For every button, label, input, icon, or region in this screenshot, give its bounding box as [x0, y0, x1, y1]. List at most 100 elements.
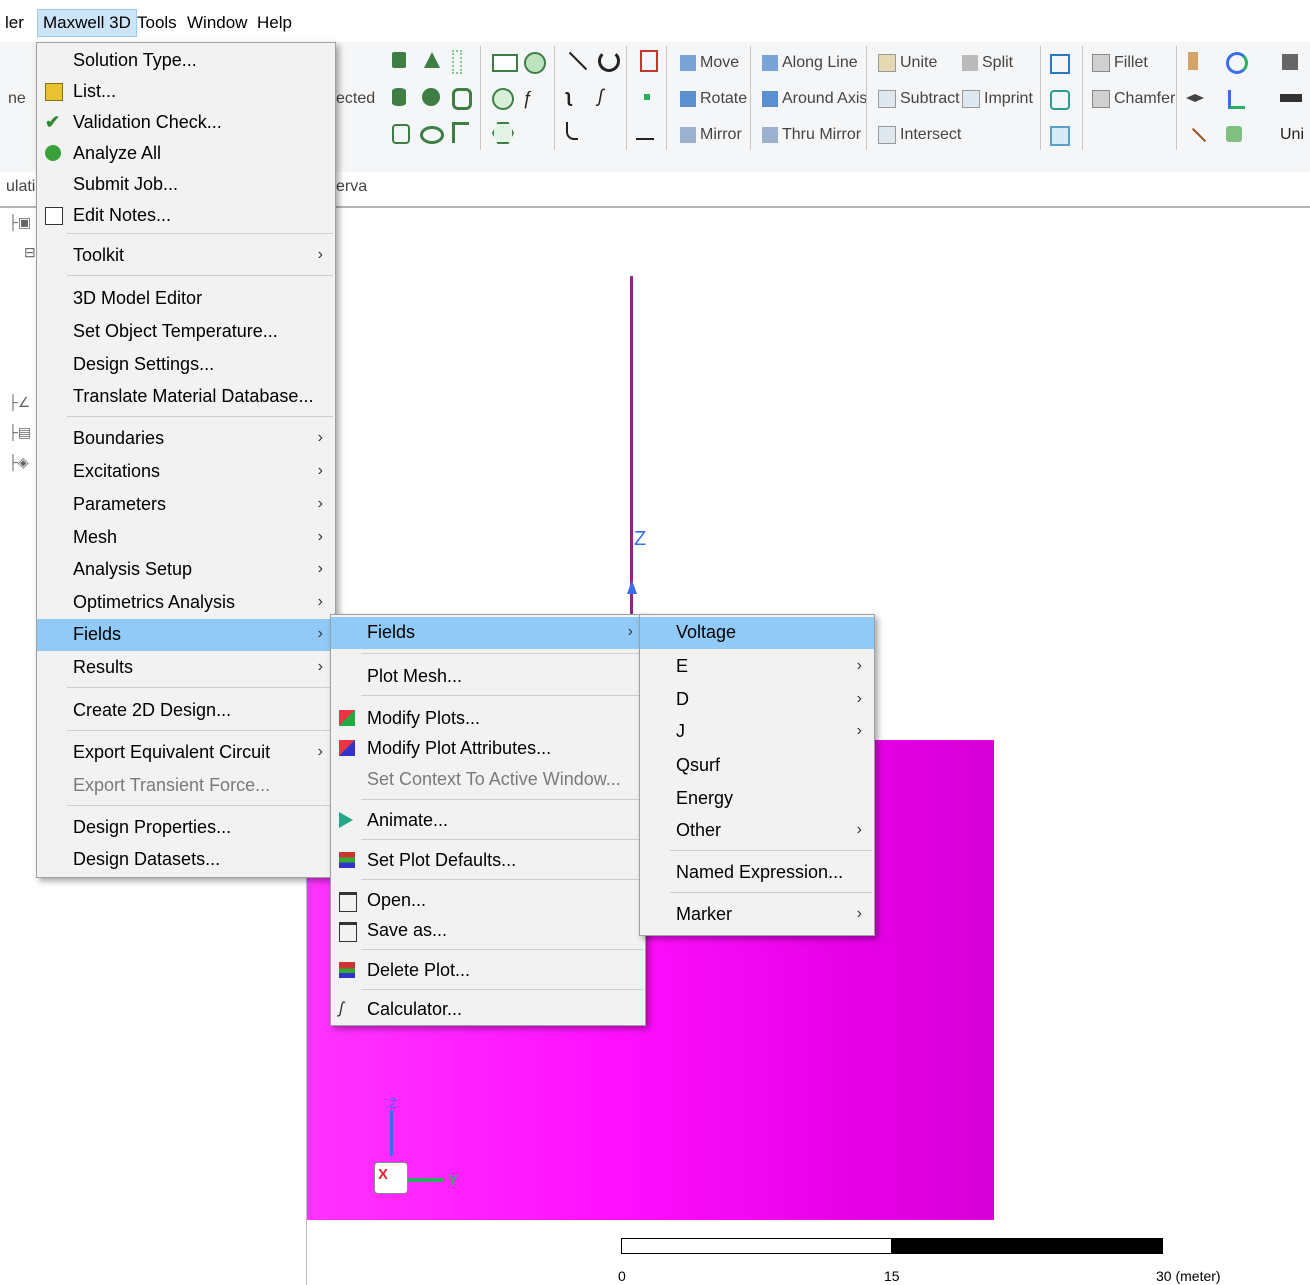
menu-item-set-object-temperature[interactable]: Set Object Temperature... [37, 316, 335, 346]
menu-item-optimetrics-analysis[interactable]: Optimetrics Analysis › [37, 587, 335, 617]
menu-item-list[interactable]: List... [37, 76, 335, 106]
menu-item-create-2d-design[interactable]: Create 2D Design... [37, 695, 335, 725]
annular-icon[interactable] [392, 124, 410, 144]
menu-help[interactable]: Help [252, 10, 297, 36]
menu-modeler[interactable]: ler [0, 10, 29, 36]
menu-item-design-datasets[interactable]: Design Datasets... [37, 844, 335, 874]
quantity-item-voltage[interactable]: Voltage [640, 617, 874, 649]
menu-item-3d-model-editor[interactable]: 3D Model Editor [37, 283, 335, 313]
menu-window[interactable]: Window [182, 10, 252, 36]
menu-item-excitations[interactable]: Excitations › [37, 456, 335, 486]
chamfer-button[interactable]: Chamfer [1092, 90, 1175, 108]
tree-node-icon[interactable]: ├▣ [8, 214, 31, 231]
line-icon[interactable] [568, 51, 588, 71]
menu-item-edit-notes[interactable]: Edit Notes... [37, 200, 335, 230]
measure-icon[interactable] [1191, 127, 1207, 143]
menu-item-fields[interactable]: Fields › [37, 619, 335, 651]
menu-item-solution-type[interactable]: Solution Type... [37, 45, 335, 75]
spline-icon[interactable]: ʅ [566, 86, 572, 107]
align-icon[interactable] [1050, 54, 1070, 74]
units-button[interactable]: Uni [1280, 126, 1304, 144]
polyline-icon[interactable] [566, 122, 578, 140]
submenu-item-fields[interactable]: Fields › [331, 617, 645, 649]
ellipse-icon[interactable] [492, 88, 514, 110]
intersect-button[interactable]: Intersect [878, 126, 961, 144]
ribbon-tab-fragment[interactable]: ulati [6, 178, 35, 196]
menu-item-translate-material-database[interactable]: Translate Material Database... [37, 381, 335, 411]
units-icon[interactable] [1280, 94, 1302, 102]
submenu-item-delete-plot[interactable]: Delete Plot... [331, 955, 645, 985]
submenu-item-modify-plots[interactable]: Modify Plots... [331, 703, 645, 733]
mirror-button[interactable]: Mirror [680, 126, 742, 144]
submenu-item-modify-plot-attributes[interactable]: Modify Plot Attributes... [331, 733, 645, 763]
bondwire-icon[interactable] [452, 122, 469, 143]
material-icon[interactable] [1188, 52, 1198, 70]
tree-cs-icon[interactable]: ├∠ [8, 394, 30, 411]
face-cs-icon[interactable] [1226, 126, 1242, 142]
helix-icon[interactable] [452, 50, 462, 74]
equation-curve-icon[interactable]: ƒ [522, 88, 532, 109]
submenu-item-set-plot-defaults[interactable]: Set Plot Defaults... [331, 845, 645, 875]
split-button[interactable]: Split [962, 54, 1013, 72]
menu-item-results[interactable]: Results › [37, 652, 335, 682]
around-axis-button[interactable]: Around Axis [762, 90, 867, 108]
menu-item-analysis-setup[interactable]: Analysis Setup › [37, 554, 335, 584]
imprint-button[interactable]: Imprint [962, 90, 1033, 108]
coordinate-icon[interactable] [1226, 52, 1248, 74]
menu-item-mesh[interactable]: Mesh › [37, 522, 335, 552]
along-line-button[interactable]: Along Line [762, 54, 858, 72]
menu-maxwell-3d[interactable]: Maxwell 3D [37, 9, 137, 37]
menu-item-boundaries[interactable]: Boundaries › [37, 423, 335, 453]
tree-expander[interactable]: ⊟ [24, 244, 36, 261]
submenu-item-save-as[interactable]: Save as... [331, 915, 645, 945]
polygon-icon[interactable] [492, 122, 514, 144]
quantity-item-marker[interactable]: Marker › [640, 899, 874, 929]
quantity-item-j[interactable]: J › [640, 716, 874, 746]
sphere-icon[interactable] [422, 88, 440, 106]
region-icon[interactable] [640, 50, 658, 72]
arc-icon[interactable] [598, 50, 620, 72]
view-icon[interactable] [1282, 54, 1298, 70]
menu-item-design-properties[interactable]: Design Properties... [37, 812, 335, 842]
menu-tools[interactable]: Tools [132, 10, 182, 36]
sweep-icon[interactable] [1050, 90, 1070, 110]
menu-item-validation-check[interactable]: ✔ Validation Check... [37, 107, 335, 137]
fillet-button[interactable]: Fillet [1092, 54, 1148, 72]
menu-item-analyze-all[interactable]: Analyze All [37, 138, 335, 168]
ribbon-tab-fragment-2[interactable]: erva [336, 178, 367, 196]
rectangle-icon[interactable] [492, 54, 518, 72]
equation-line-icon[interactable]: ʃ [598, 86, 603, 107]
subtract-button[interactable]: Subtract [878, 90, 960, 108]
box-icon[interactable] [392, 52, 406, 68]
submenu-item-animate[interactable]: Animate... [331, 805, 645, 835]
quantity-item-energy[interactable]: Energy [640, 783, 874, 813]
submenu-item-calculator[interactable]: ʃ Calculator... [331, 994, 645, 1024]
quantity-item-other[interactable]: Other › [640, 815, 874, 845]
submenu-item-open[interactable]: Open... [331, 885, 645, 915]
spiral-icon[interactable] [452, 88, 472, 110]
menu-item-parameters[interactable]: Parameters › [37, 489, 335, 519]
cylinder-icon[interactable] [392, 88, 406, 106]
menu-item-submit-job[interactable]: Submit Job... [37, 169, 335, 199]
menu-item-export-equivalent-circuit[interactable]: Export Equivalent Circuit › [37, 737, 335, 767]
rotate-button[interactable]: Rotate [680, 90, 747, 108]
relative-cs-icon[interactable] [1228, 90, 1245, 109]
quantity-item-e[interactable]: E › [640, 651, 874, 681]
quantity-item-d[interactable]: D › [640, 684, 874, 714]
tree-planes-icon[interactable]: ├▤ [8, 424, 31, 441]
move-button[interactable]: Move [680, 54, 739, 72]
quantity-item-named-expression[interactable]: Named Expression... [640, 857, 874, 887]
point-icon[interactable] [644, 94, 650, 100]
plane-icon[interactable] [1186, 94, 1204, 102]
circle-icon[interactable] [524, 52, 546, 74]
quantity-item-qsurf[interactable]: Qsurf [640, 750, 874, 780]
submenu-item-plot-mesh[interactable]: Plot Mesh... [331, 661, 645, 691]
tree-lists-icon[interactable]: ├◈ [8, 454, 29, 471]
menu-item-toolkit[interactable]: Toolkit › [37, 240, 335, 270]
cover-icon[interactable] [1050, 126, 1070, 146]
menu-item-design-settings[interactable]: Design Settings... [37, 349, 335, 379]
thru-mirror-button[interactable]: Thru Mirror [762, 126, 861, 144]
unite-button[interactable]: Unite [878, 54, 937, 72]
coordinate-system-icon[interactable] [636, 126, 654, 140]
cone-icon[interactable] [424, 52, 440, 68]
